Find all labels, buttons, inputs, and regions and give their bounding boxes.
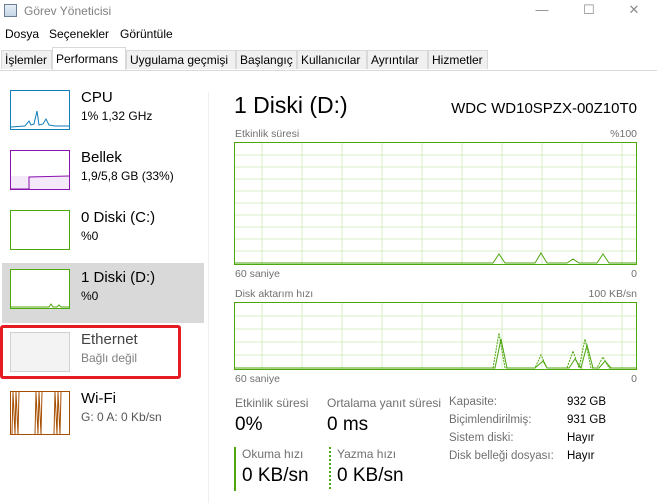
tab-processes[interactable]: İşlemler: [1, 50, 52, 69]
ethernet-highlight-box: [0, 325, 181, 379]
capacity-label: Kapasite:: [449, 396, 497, 408]
title-bar: Görev Yöneticisi — ☐ ✕: [0, 0, 657, 24]
sidebar-item-label: 0 Diski (C:): [81, 209, 156, 226]
tab-performance[interactable]: Performans: [52, 47, 126, 70]
tab-services[interactable]: Hizmetler: [428, 50, 488, 69]
transfer-graph-max: 100 KB/sn: [588, 288, 637, 300]
sidebar-item-value: G: 0 A: 0 Kb/sn: [81, 410, 162, 424]
sidebar-item-value: 1,9/5,8 GB (33%): [81, 169, 174, 183]
tab-startup[interactable]: Başlangıç: [236, 50, 297, 69]
page-title: 1 Diski (D:): [234, 92, 348, 118]
activity-graph-min: 0: [631, 268, 637, 280]
formatted-value: 931 GB: [567, 414, 606, 426]
write-speed-label: Yazma hızı: [337, 447, 397, 461]
menu-bar: Dosya Seçenekler Görüntüle: [0, 24, 657, 44]
tab-details[interactable]: Ayrıntılar: [367, 50, 428, 69]
sidebar-item-value: %0: [81, 289, 99, 303]
response-time-label: Ortalama yanıt süresi: [327, 396, 442, 410]
system-disk-label: Sistem diski:: [449, 432, 514, 444]
memory-thumbnail-graph: [10, 150, 70, 190]
tab-users[interactable]: Kullanıcılar: [297, 50, 367, 69]
cpu-thumbnail-graph: [10, 90, 70, 130]
activity-graph-label: Etkinlik süresi: [235, 128, 300, 140]
disk-d-thumbnail-graph: [10, 269, 70, 309]
sidebar-item-wifi[interactable]: Wi-Fi G: 0 A: 0 Kb/sn: [2, 387, 204, 445]
transfer-graph-min: 0: [631, 373, 637, 385]
sidebar-item-label: Wi-Fi: [81, 390, 116, 407]
sidebar-item-memory[interactable]: Bellek 1,9/5,8 GB (33%): [2, 146, 204, 204]
read-speed-bar: [234, 447, 236, 491]
transfer-graph: [234, 302, 637, 370]
task-manager-icon: [4, 4, 17, 17]
menu-view[interactable]: Görüntüle: [120, 27, 173, 41]
page-file-value: Hayır: [567, 450, 595, 462]
panel-divider: [208, 92, 209, 503]
activity-time-value: 0%: [235, 414, 263, 435]
sidebar-item-label: 1 Diski (D:): [81, 269, 156, 286]
read-speed-label: Okuma hızı: [242, 447, 304, 461]
menu-options[interactable]: Seçenekler: [49, 27, 109, 41]
activity-graph-time: 60 saniye: [235, 268, 280, 280]
sidebar-item-label: Bellek: [81, 149, 122, 166]
write-speed-bar: [329, 447, 331, 491]
sidebar-item-disk-d[interactable]: 1 Diski (D:) %0: [2, 263, 204, 323]
wifi-thumbnail-graph: [10, 391, 70, 435]
sidebar-item-value: 1% 1,32 GHz: [81, 109, 153, 123]
tab-bar: İşlemler Performans Uygulama geçmişi Baş…: [0, 46, 657, 71]
capacity-value: 932 GB: [567, 396, 606, 408]
activity-time-label: Etkinlik süresi: [235, 396, 309, 410]
window-title: Görev Yöneticisi: [24, 4, 112, 18]
system-disk-value: Hayır: [567, 432, 595, 444]
read-speed-value: 0 KB/sn: [242, 465, 309, 486]
sidebar-item-value: %0: [81, 229, 99, 243]
transfer-graph-time: 60 saniye: [235, 373, 280, 385]
activity-graph: [234, 142, 637, 265]
menu-file[interactable]: Dosya: [5, 27, 39, 41]
activity-graph-max: %100: [610, 128, 637, 140]
response-time-value: 0 ms: [327, 414, 369, 435]
sidebar-item-disk-c[interactable]: 0 Diski (C:) %0: [2, 206, 204, 264]
sidebar-item-label: CPU: [81, 89, 113, 106]
close-button[interactable]: ✕: [611, 0, 657, 24]
minimize-button[interactable]: —: [519, 0, 565, 24]
maximize-button[interactable]: ☐: [566, 0, 612, 24]
formatted-label: Biçimlendirilmiş:: [449, 414, 532, 426]
write-speed-value: 0 KB/sn: [337, 465, 404, 486]
page-file-label: Disk belleği dosyası:: [449, 450, 554, 462]
sidebar-item-cpu[interactable]: CPU 1% 1,32 GHz: [2, 86, 204, 144]
transfer-graph-label: Disk aktarım hızı: [235, 288, 314, 300]
performance-sidebar: CPU 1% 1,32 GHz Bellek 1,9/5,8 GB (33%) …: [0, 71, 206, 503]
disk-c-thumbnail-graph: [10, 210, 70, 250]
disk-model: WDC WD10SPZX-00Z10T0: [451, 100, 637, 117]
tab-app-history[interactable]: Uygulama geçmişi: [126, 50, 236, 69]
